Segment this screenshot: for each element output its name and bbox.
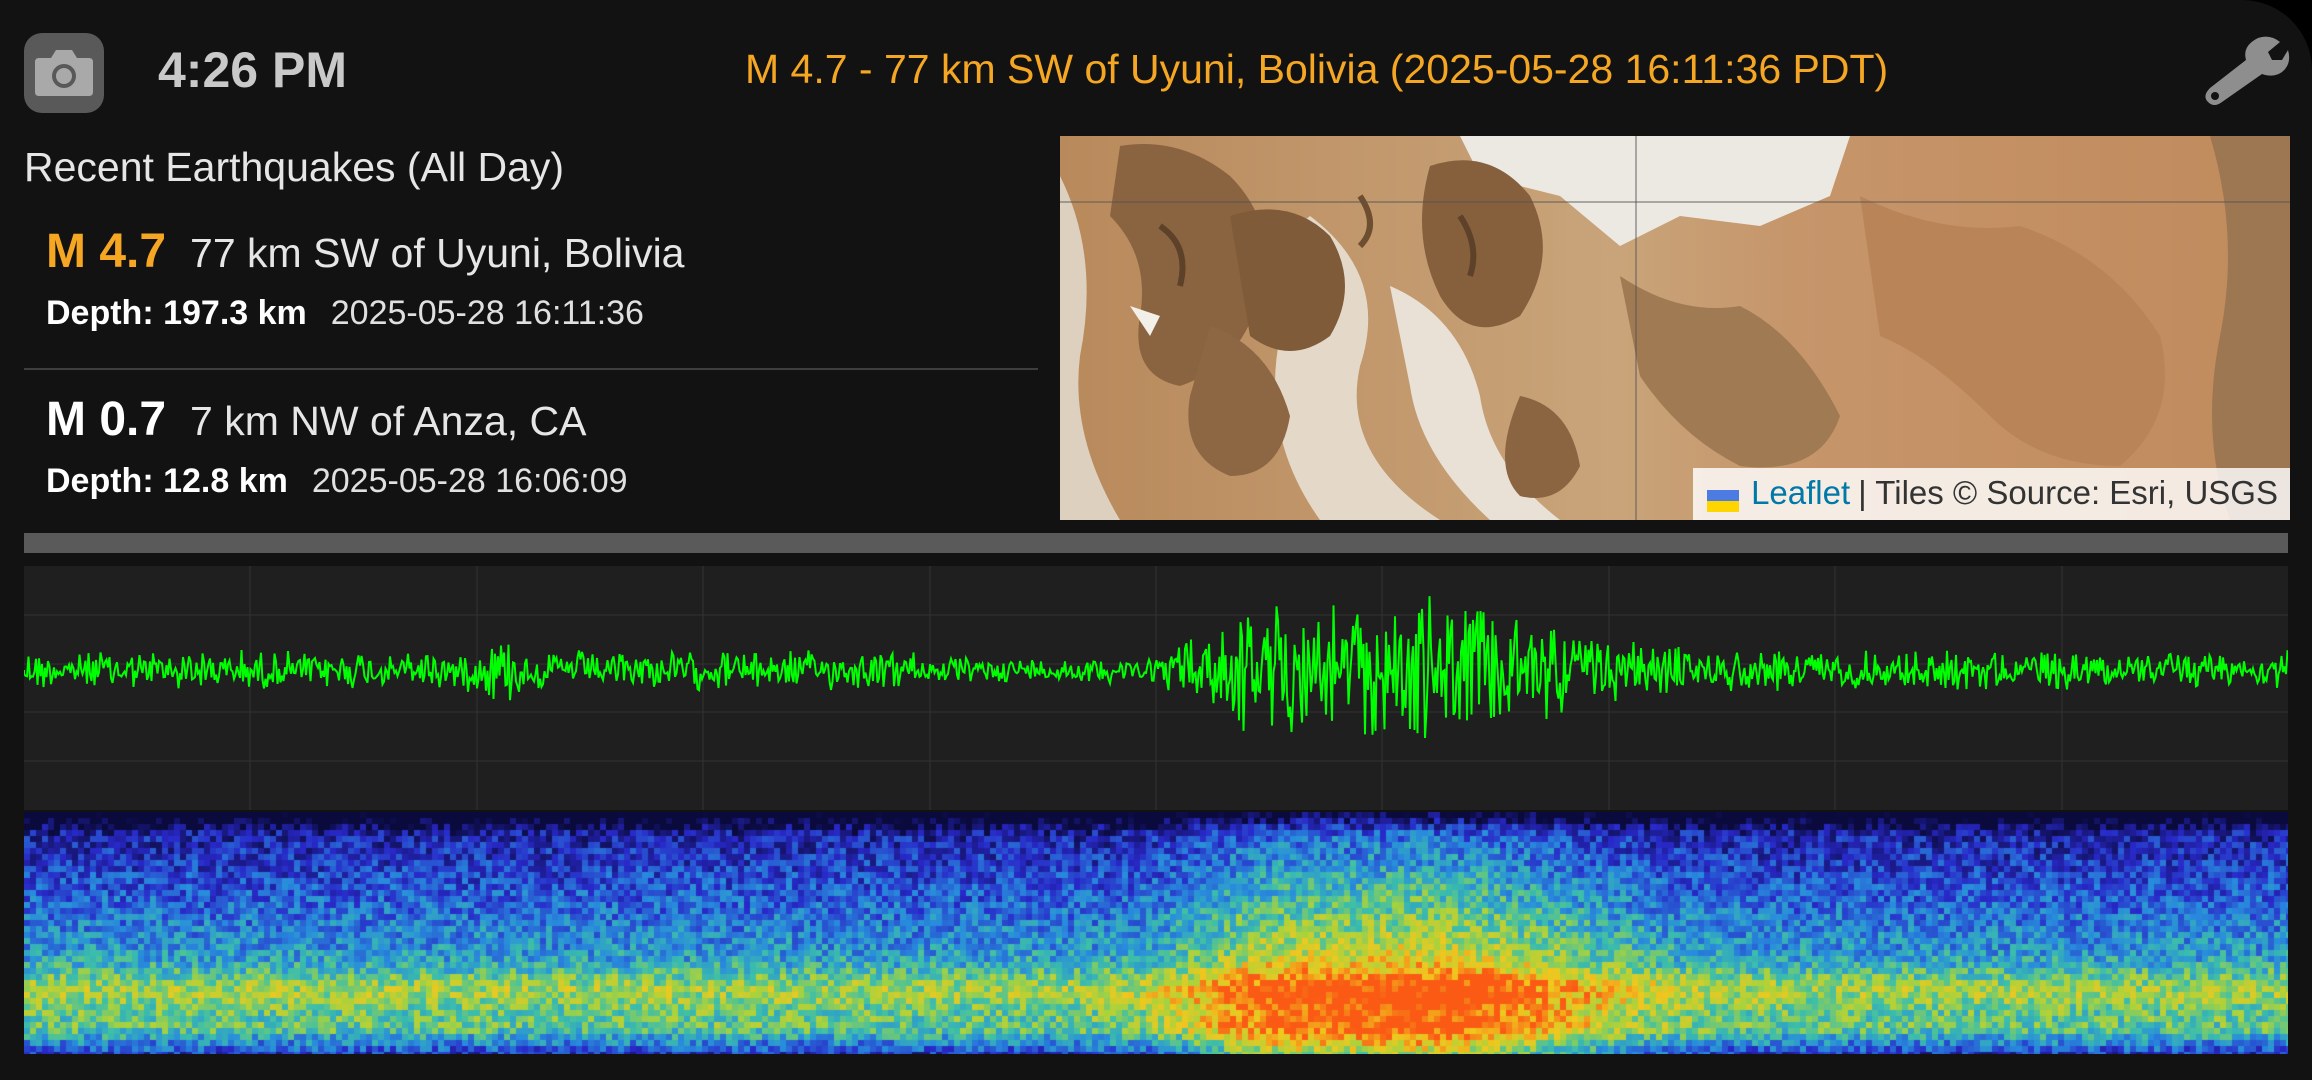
current-event-title[interactable]: M 4.7 - 77 km SW of Uyuni, Bolivia (2025… (745, 44, 1888, 94)
map-attribution: Leaflet | Tiles © Source: Esri, USGS (1693, 468, 2290, 520)
spectrogram-canvas (24, 812, 2288, 1054)
ukraine-flag-icon (1707, 482, 1740, 512)
recent-earthquakes-heading: Recent Earthquakes (All Day) (24, 144, 565, 190)
timeline-bar[interactable] (24, 533, 2288, 553)
earthquake-magnitude: M 4.7 (46, 225, 167, 278)
seismogram-waveform (23, 566, 2289, 810)
screenshot-button[interactable] (24, 33, 104, 113)
top-bar: 4:26 PM M 4.7 - 77 km SW of Uyuni, Boliv… (0, 0, 2312, 135)
leaflet-link[interactable]: Leaflet (1751, 474, 1850, 512)
earthquake-list: M 4.7 77 km SW of Uyuni, Bolivia Depth: … (24, 224, 1038, 530)
clock-time: 4:26 PM (158, 42, 347, 98)
spectrogram (24, 812, 2288, 1054)
tiles-attribution-text: | Tiles © Source: Esri, USGS (1858, 474, 2278, 511)
earthquake-magnitude: M 0.7 (46, 393, 167, 446)
earthquake-list-item[interactable]: M 0.7 7 km NW of Anza, CA Depth: 12.8 km… (24, 370, 1038, 530)
earthquake-time: 2025-05-28 16:11:36 (330, 294, 644, 332)
settings-button[interactable] (2200, 30, 2290, 110)
camera-icon (35, 50, 93, 96)
earthquake-depth: Depth: 12.8 km (46, 462, 288, 500)
wrench-icon (2205, 36, 2290, 105)
epicenter-map[interactable]: Leaflet | Tiles © Source: Esri, USGS (1060, 136, 2290, 520)
earthquake-list-item[interactable]: M 4.7 77 km SW of Uyuni, Bolivia Depth: … (24, 224, 1038, 370)
satellite-map-tiles (1060, 136, 2290, 520)
earthquake-depth: Depth: 197.3 km (46, 294, 307, 332)
earthquake-place: 77 km SW of Uyuni, Bolivia (190, 230, 685, 276)
waveform-plot (23, 566, 2289, 810)
earthquake-place: 7 km NW of Anza, CA (190, 398, 587, 444)
earthquake-time: 2025-05-28 16:06:09 (311, 462, 628, 500)
seismograph-screen: 4:26 PM M 4.7 - 77 km SW of Uyuni, Boliv… (0, 0, 2312, 1080)
